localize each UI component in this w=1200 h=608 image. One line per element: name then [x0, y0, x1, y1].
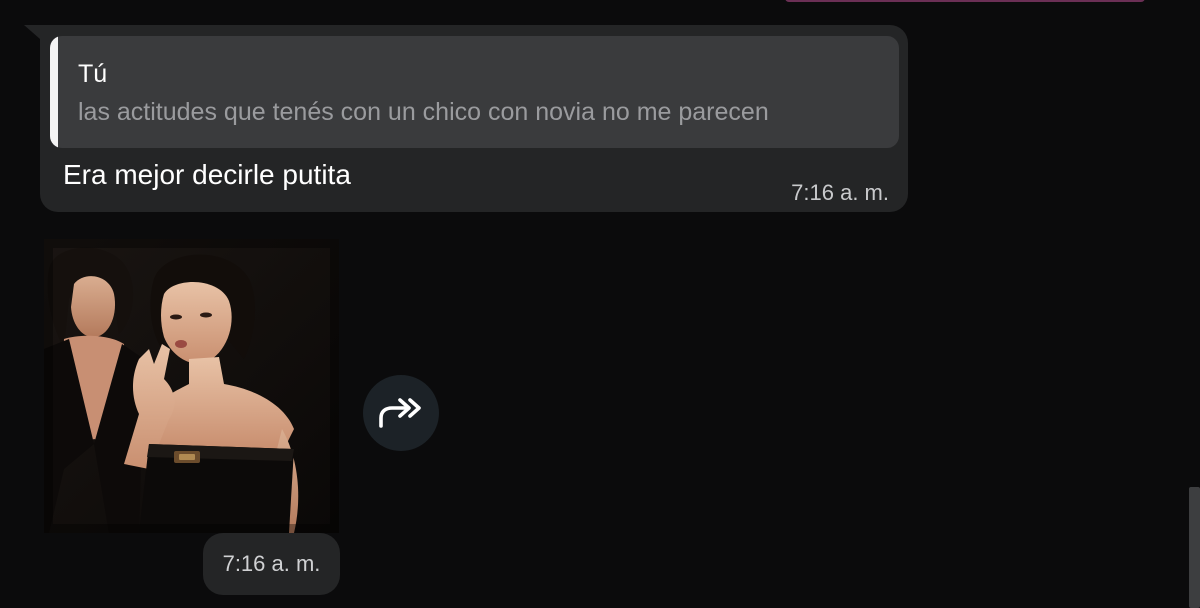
photo-timestamp: 7:16 a. m.	[203, 533, 340, 595]
reply-quote-bar	[50, 36, 58, 148]
message-text: Era mejor decirle putita	[63, 159, 351, 190]
photo-message[interactable]	[44, 239, 339, 533]
message-timestamp: 7:16 a. m.	[791, 180, 889, 205]
photo-image	[44, 239, 339, 533]
forward-button[interactable]	[363, 375, 439, 451]
bubble-tail	[24, 25, 40, 39]
chat-view: Tú las actitudes que tenés con un chico …	[0, 0, 1200, 608]
previous-message-edge	[785, 0, 1145, 2]
reply-quote-author: Tú	[78, 60, 108, 88]
message-bubble[interactable]: Tú las actitudes que tenés con un chico …	[40, 25, 908, 212]
reply-quote[interactable]: Tú las actitudes que tenés con un chico …	[50, 36, 899, 148]
scrollbar-thumb[interactable]	[1189, 487, 1200, 608]
reply-quote-text: las actitudes que tenés con un chico con…	[78, 98, 769, 126]
forward-arrow-icon	[379, 398, 421, 428]
